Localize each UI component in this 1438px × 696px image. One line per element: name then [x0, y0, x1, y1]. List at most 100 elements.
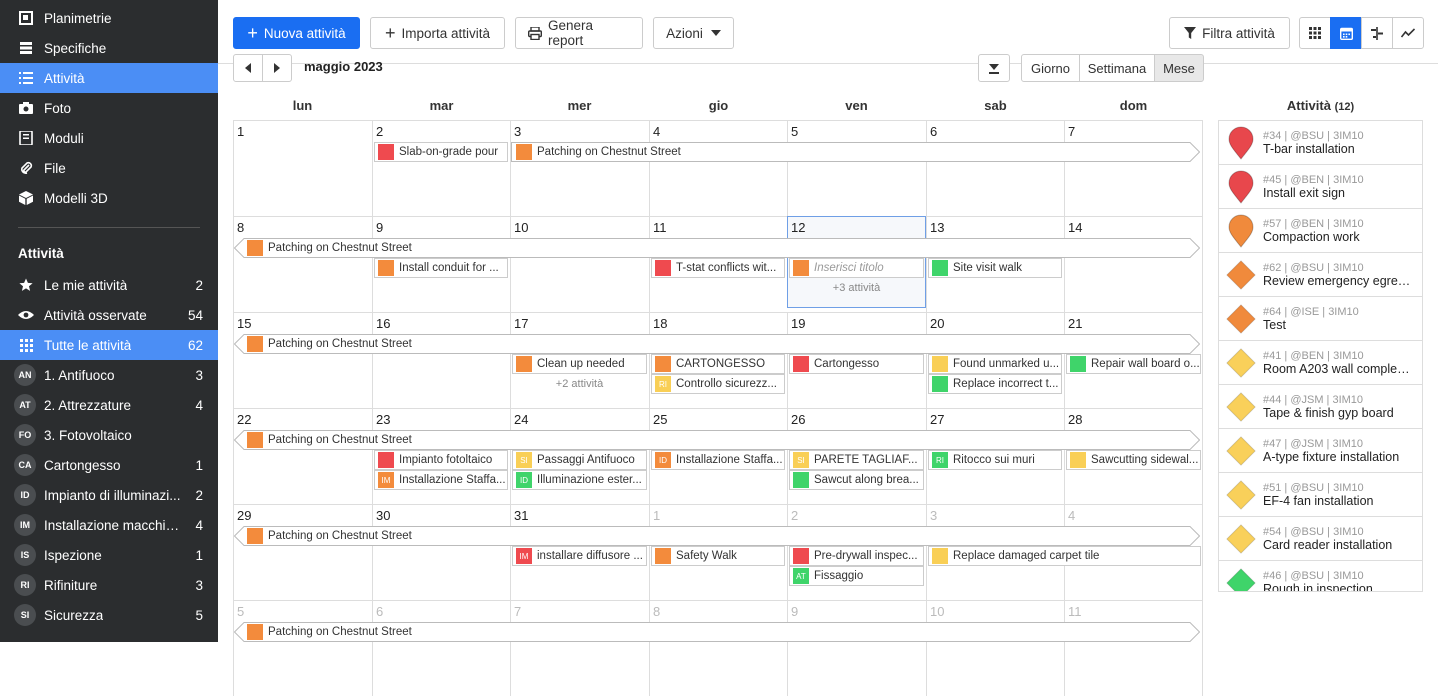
- category-item[interactable]: IS Ispezione 1: [0, 540, 218, 570]
- day-cell[interactable]: 5: [233, 600, 372, 696]
- day-cell[interactable]: 6: [926, 120, 1064, 216]
- filter-my-tasks[interactable]: Le mie attività 2: [0, 270, 218, 300]
- prev-month-button[interactable]: [233, 54, 263, 82]
- new-task-button[interactable]: + Nuova attività: [233, 17, 360, 49]
- nav-item-planimetrie[interactable]: Planimetrie: [0, 3, 218, 33]
- day-cell[interactable]: 22: [233, 408, 372, 504]
- download-button[interactable]: [978, 54, 1010, 82]
- day-cell[interactable]: 9: [787, 600, 926, 696]
- more-tasks-link[interactable]: +2 attività: [510, 378, 649, 390]
- spanning-event[interactable]: Patching on Chestnut Street: [511, 142, 1200, 162]
- spanning-event[interactable]: Patching on Chestnut Street: [234, 622, 1200, 642]
- day-cell[interactable]: 29: [233, 504, 372, 600]
- calendar-event[interactable]: Replace incorrect t...: [928, 374, 1062, 394]
- calendar-event[interactable]: Pre-drywall inspec...: [789, 546, 924, 566]
- task-list-item[interactable]: #34 | @BSU | 3IM10 T-bar installation: [1219, 121, 1422, 165]
- calendar-event[interactable]: Sawcutting sidewal...: [1066, 450, 1201, 470]
- category-item[interactable]: AT 2. Attrezzature 4: [0, 390, 218, 420]
- nav-item-modelli-3d[interactable]: Modelli 3D: [0, 183, 218, 213]
- calendar-event[interactable]: SI PARETE TAGLIAF...: [789, 450, 924, 470]
- calendar-event[interactable]: Safety Walk: [651, 546, 785, 566]
- category-item[interactable]: FO 3. Fotovoltaico: [0, 420, 218, 450]
- day-cell[interactable]: 2: [372, 120, 510, 216]
- calendar-event[interactable]: SI Passaggi Antifuoco: [512, 450, 647, 470]
- next-month-button[interactable]: [262, 54, 292, 82]
- nav-item-specifiche[interactable]: Specifiche: [0, 33, 218, 63]
- nav-item-attivita[interactable]: Attività: [0, 63, 218, 93]
- category-item[interactable]: AN 1. Antifuoco 3: [0, 360, 218, 390]
- calendar-event[interactable]: ID Illuminazione ester...: [512, 470, 647, 490]
- task-list-item[interactable]: #51 | @BSU | 3IM10 EF-4 fan installation: [1219, 473, 1422, 517]
- calendar-event[interactable]: Replace damaged carpet tile: [928, 546, 1201, 566]
- filter-all-tasks[interactable]: Tutte le attività 62: [0, 330, 218, 360]
- filter-tasks-button[interactable]: Filtra attività: [1169, 17, 1290, 49]
- category-item[interactable]: RI Rifiniture 3: [0, 570, 218, 600]
- calendar-event[interactable]: AT Fissaggio: [789, 566, 924, 586]
- nav-item-moduli[interactable]: Moduli: [0, 123, 218, 153]
- task-list-item[interactable]: #44 | @JSM | 3IM10 Tape & finish gyp boar…: [1219, 385, 1422, 429]
- spanning-event[interactable]: Patching on Chestnut Street: [234, 238, 1200, 258]
- calendar-event[interactable]: CARTONGESSO: [651, 354, 785, 374]
- task-list-item[interactable]: #62 | @BSU | 3IM10 Review emergency egres…: [1219, 253, 1422, 297]
- day-cell[interactable]: 4: [649, 120, 787, 216]
- task-list-item[interactable]: #54 | @BSU | 3IM10 Card reader installati…: [1219, 517, 1422, 561]
- nav-item-file[interactable]: File: [0, 153, 218, 183]
- calendar-event[interactable]: Install conduit for ...: [374, 258, 508, 278]
- filter-watched-tasks[interactable]: Attività osservate 54: [0, 300, 218, 330]
- actions-dropdown[interactable]: Azioni: [653, 17, 734, 49]
- day-cell[interactable]: 1: [233, 120, 372, 216]
- day-cell[interactable]: 7: [510, 600, 649, 696]
- task-list-item[interactable]: #64 | @ISE | 3IM10 Test: [1219, 297, 1422, 341]
- calendar-event[interactable]: IM Installazione Staffa...: [374, 470, 508, 490]
- calendar-event[interactable]: Cartongesso: [789, 354, 924, 374]
- spanning-event[interactable]: Patching on Chestnut Street: [234, 334, 1200, 354]
- day-cell[interactable]: 6: [372, 600, 510, 696]
- day-cell[interactable]: 16: [372, 312, 510, 408]
- calendar-view-button[interactable]: [1330, 17, 1362, 49]
- day-cell[interactable]: 10: [510, 216, 649, 312]
- calendar-event[interactable]: RI Ritocco sui muri: [928, 450, 1062, 470]
- chart-view-button[interactable]: [1392, 17, 1424, 49]
- task-list-item[interactable]: #57 | @BEN | 3IM10 Compaction work: [1219, 209, 1422, 253]
- day-cell[interactable]: 14: [1064, 216, 1203, 312]
- task-list-item[interactable]: #46 | @BSU | 3IM10 Rough in inspection: [1219, 561, 1422, 591]
- calendar-event[interactable]: RI Controllo sicurezz...: [651, 374, 785, 394]
- nav-item-foto[interactable]: Foto: [0, 93, 218, 123]
- day-cell[interactable]: 30: [372, 504, 510, 600]
- day-cell[interactable]: 8: [233, 216, 372, 312]
- day-cell[interactable]: 3: [510, 120, 649, 216]
- category-item[interactable]: SI Sicurezza 5: [0, 600, 218, 630]
- more-tasks-link[interactable]: +3 attività: [787, 282, 926, 294]
- task-list-item[interactable]: #45 | @BEN | 3IM10 Install exit sign: [1219, 165, 1422, 209]
- calendar-event[interactable]: Site visit walk: [928, 258, 1062, 278]
- day-cell[interactable]: 15: [233, 312, 372, 408]
- day-cell[interactable]: 11: [1064, 600, 1203, 696]
- grid-view-button[interactable]: [1299, 17, 1331, 49]
- gantt-view-button[interactable]: [1361, 17, 1393, 49]
- view-month-button[interactable]: Mese: [1154, 54, 1204, 82]
- calendar-event[interactable]: Repair wall board o...: [1066, 354, 1201, 374]
- task-list-item[interactable]: #41 | @BEN | 3IM10 Room A203 wall complet…: [1219, 341, 1422, 385]
- category-item[interactable]: CA Cartongesso 1: [0, 450, 218, 480]
- import-tasks-button[interactable]: + Importa attività: [370, 17, 505, 49]
- task-list-item[interactable]: #47 | @JSM | 3IM10 A-type fixture install…: [1219, 429, 1422, 473]
- calendar-event[interactable]: T-stat conflicts wit...: [651, 258, 785, 278]
- day-cell[interactable]: 10: [926, 600, 1064, 696]
- category-item[interactable]: ID Impianto di illuminazi... 2: [0, 480, 218, 510]
- calendar-event[interactable]: Found unmarked u...: [928, 354, 1062, 374]
- calendar-event[interactable]: ID Installazione Staffa...: [651, 450, 785, 470]
- spanning-event[interactable]: Patching on Chestnut Street: [234, 526, 1200, 546]
- calendar-event[interactable]: Clean up needed: [512, 354, 647, 374]
- calendar-event[interactable]: IM installare diffusore ...: [512, 546, 647, 566]
- calendar-event[interactable]: Slab-on-grade pour: [374, 142, 508, 162]
- calendar-event[interactable]: Inserisci titolo: [789, 258, 924, 278]
- calendar-event[interactable]: Impianto fotoltaico: [374, 450, 508, 470]
- view-day-button[interactable]: Giorno: [1021, 54, 1080, 82]
- view-week-button[interactable]: Settimana: [1079, 54, 1155, 82]
- generate-report-button[interactable]: Genera report: [515, 17, 643, 49]
- day-cell[interactable]: 8: [649, 600, 787, 696]
- calendar-event[interactable]: Sawcut along brea...: [789, 470, 924, 490]
- day-cell[interactable]: 5: [787, 120, 926, 216]
- category-item[interactable]: IM Installazione macchin... 4: [0, 510, 218, 540]
- day-cell[interactable]: 7: [1064, 120, 1203, 216]
